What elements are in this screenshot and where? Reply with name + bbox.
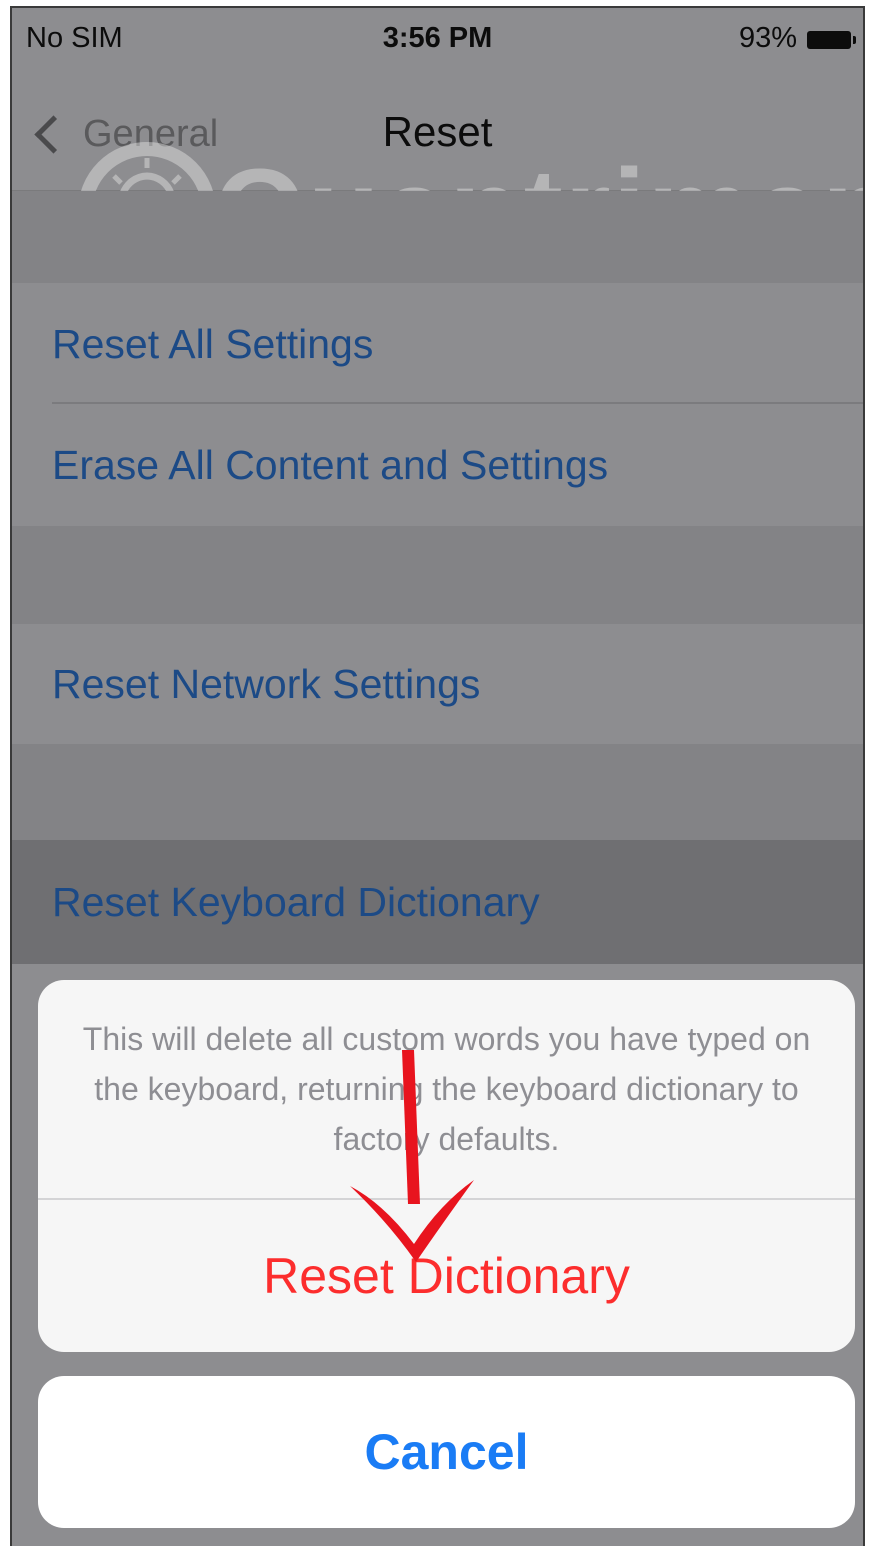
section-spacer xyxy=(12,191,863,283)
row-label: Reset Network Settings xyxy=(52,660,481,707)
reset-all-settings-row[interactable]: Reset All Settings xyxy=(12,284,863,404)
section-spacer xyxy=(12,526,863,624)
row-label: Erase All Content and Settings xyxy=(52,441,609,488)
page-title: Reset xyxy=(382,108,493,155)
reset-dictionary-button[interactable]: Reset Dictionary xyxy=(38,1200,855,1352)
row-label: Reset All Settings xyxy=(52,320,374,367)
clock: 3:56 PM xyxy=(382,22,493,54)
reset-network-settings-row[interactable]: Reset Network Settings xyxy=(12,624,863,744)
cancel-button[interactable]: Cancel xyxy=(38,1376,855,1528)
phone-screen: No SIM 3:56 PM 93% General Reset Quantri… xyxy=(10,6,865,1546)
navigation-bar: General Reset xyxy=(12,70,863,191)
battery-percent: 93% xyxy=(738,22,797,54)
erase-all-content-row[interactable]: Erase All Content and Settings xyxy=(12,404,863,526)
section-spacer xyxy=(12,744,863,840)
battery-icon xyxy=(807,31,856,49)
status-bar: No SIM 3:56 PM 93% xyxy=(12,8,863,70)
row-label: Reset Keyboard Dictionary xyxy=(52,878,540,925)
action-sheet-message: This will delete all custom words you ha… xyxy=(82,1021,811,1157)
action-sheet: This will delete all custom words you ha… xyxy=(38,980,855,1352)
reset-keyboard-dictionary-row[interactable]: Reset Keyboard Dictionary xyxy=(12,840,863,964)
